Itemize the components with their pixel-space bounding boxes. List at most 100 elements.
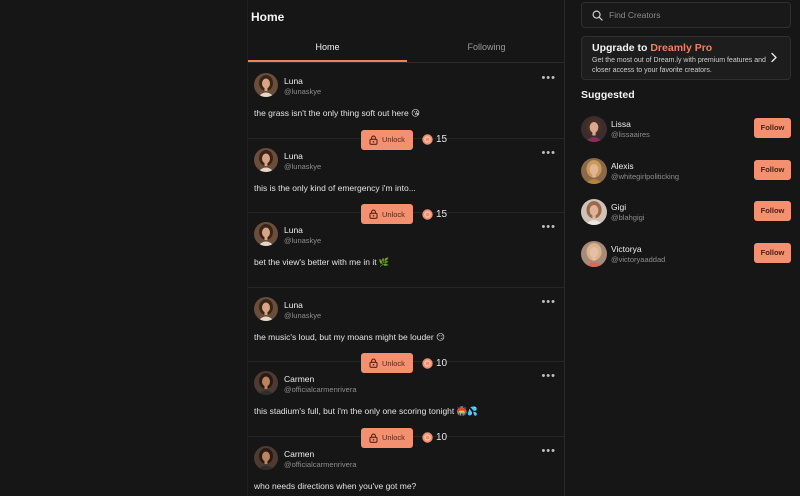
unlock-label: Unlock: [382, 433, 405, 442]
author-handle: @officialcarmenrivera: [284, 459, 357, 469]
search-input[interactable]: [609, 10, 769, 20]
author-name[interactable]: Carmen: [284, 374, 314, 384]
feed-column: Home Home Following Luna @lunaskye ••• the …: [247, 0, 565, 496]
author-name[interactable]: Luna: [284, 300, 303, 310]
unlock-row: Unlock 10: [361, 427, 447, 448]
avatar[interactable]: [581, 199, 607, 225]
creator-handle: @blahgigi: [611, 213, 645, 222]
upgrade-title: Upgrade to Dreamly Pro: [592, 42, 713, 54]
suggested-heading: Suggested: [581, 89, 635, 101]
author-handle: @lunaskye: [284, 87, 322, 96]
avatar[interactable]: [254, 222, 278, 246]
avatar[interactable]: [254, 147, 278, 172]
author-name[interactable]: Luna: [284, 76, 303, 86]
more-dots-icon[interactable]: •••: [541, 147, 556, 159]
coin-price: 15: [422, 209, 447, 220]
search-box[interactable]: [581, 2, 791, 28]
author-handle: @lunaskye: [284, 236, 322, 245]
creator-handle: @victoryaaddad: [611, 254, 666, 264]
unlock-label: Unlock: [382, 358, 405, 368]
suggested-creator: Lissa @lissaaires Follow: [581, 116, 791, 158]
unlock-row: Unlock 15: [361, 204, 447, 224]
unlock-row: Unlock 15: [361, 129, 447, 150]
creator-name[interactable]: Gigi: [611, 202, 626, 212]
suggested-creator: Victorya @victoryaaddad Follow: [581, 240, 791, 283]
avatar[interactable]: [581, 157, 607, 184]
unlock-button[interactable]: Unlock: [361, 204, 413, 224]
post-text: the music's loud, but my moans might be …: [254, 331, 445, 342]
coin-icon: [422, 432, 433, 443]
avatar[interactable]: [254, 371, 278, 395]
page-title: Home: [251, 10, 285, 24]
creator-handle: @whitegirlpoliticking: [611, 171, 680, 181]
follow-button[interactable]: Follow: [754, 242, 791, 263]
creator-name[interactable]: Lissa: [611, 119, 631, 129]
coin-icon: [422, 208, 433, 220]
post-text: who needs directions when you've got me?: [254, 480, 417, 491]
more-dots-icon[interactable]: •••: [541, 445, 556, 457]
coin-icon: [422, 134, 433, 145]
post-card: Luna @lunaskye ••• the grass isn't the only…: [248, 64, 564, 150]
more-dots-icon[interactable]: •••: [541, 296, 556, 308]
post-text: this is the only kind of emergency i'm i…: [254, 182, 416, 193]
brand-name: Dreamly Pro: [650, 42, 713, 54]
lock-icon: [369, 358, 378, 368]
unlock-label: Unlock: [382, 209, 405, 219]
lock-icon: [369, 433, 378, 443]
avatar[interactable]: [581, 116, 607, 142]
creator-name[interactable]: Victorya: [611, 244, 642, 254]
lock-icon: [369, 135, 378, 145]
more-dots-icon[interactable]: •••: [541, 221, 556, 233]
search-icon: [592, 10, 603, 21]
avatar[interactable]: [254, 296, 278, 321]
post-card: Carmen @officialcarmenrivera ••• this stadi…: [248, 362, 564, 448]
coin-price: 15: [422, 134, 447, 145]
coin-price: 10: [422, 358, 447, 369]
post-card: Luna @lunaskye ••• this is the only kind of…: [248, 139, 564, 224]
coin-icon: [422, 357, 433, 369]
creator-handle: @lissaaires: [611, 130, 650, 139]
author-handle: @officialcarmenrivera: [284, 385, 357, 394]
tab-home[interactable]: Home: [248, 33, 407, 62]
upgrade-card[interactable]: Upgrade to Dreamly Pro Get the most out …: [581, 36, 791, 80]
avatar[interactable]: [254, 445, 278, 470]
follow-button[interactable]: Follow: [754, 159, 791, 180]
chevron-right-icon: [771, 52, 777, 63]
unlock-row: Unlock 10: [361, 353, 447, 373]
coin-price: 10: [422, 432, 447, 443]
author-handle: @lunaskye: [284, 161, 322, 171]
post-list: Luna @lunaskye ••• the grass isn't the only…: [248, 64, 564, 496]
suggested-list: Lissa @lissaaires Follow Alexis @whitegirlpo…: [581, 116, 791, 282]
author-name[interactable]: Luna: [284, 151, 303, 161]
post-text: bet the view's better with me in it 🌿: [254, 257, 390, 267]
avatar[interactable]: [581, 240, 607, 267]
app: Home Home Following Luna @lunaskye ••• the …: [0, 0, 800, 496]
coin-count: 15: [435, 208, 448, 220]
unlock-button[interactable]: Unlock: [361, 353, 413, 373]
unlock-label: Unlock: [382, 135, 405, 144]
unlock-button[interactable]: Unlock: [361, 129, 413, 150]
more-dots-icon[interactable]: •••: [541, 370, 556, 382]
coin-count: 10: [435, 432, 448, 443]
coin-count: 15: [435, 134, 448, 145]
creator-name[interactable]: Alexis: [611, 161, 634, 171]
unlock-button[interactable]: Unlock: [361, 427, 413, 448]
author-handle: @lunaskye: [284, 310, 322, 320]
lock-icon: [369, 209, 378, 219]
post-card: Luna @lunaskye ••• the music's loud, but my…: [248, 288, 564, 373]
upgrade-description: Get the most out of Dream.ly with premiu…: [592, 57, 766, 74]
more-dots-icon[interactable]: •••: [541, 72, 556, 84]
coin-count: 10: [435, 357, 448, 369]
author-name[interactable]: Carmen: [284, 449, 314, 459]
feed-tabs: Home Following: [248, 33, 564, 63]
tab-following[interactable]: Following: [407, 33, 564, 62]
post-text: the grass isn't the only thing soft out …: [254, 108, 420, 118]
suggested-creator: Alexis @whitegirlpoliticking Follow: [581, 157, 791, 200]
post-card: Luna @lunaskye ••• bet the view's better wi…: [248, 213, 564, 288]
author-name[interactable]: Luna: [284, 225, 303, 235]
follow-button[interactable]: Follow: [754, 118, 791, 138]
suggested-creator: Gigi @blahgigi Follow: [581, 199, 791, 241]
avatar[interactable]: [254, 73, 278, 97]
post-text: this stadium's full, but i'm the only on…: [254, 406, 478, 416]
follow-button[interactable]: Follow: [754, 201, 791, 221]
